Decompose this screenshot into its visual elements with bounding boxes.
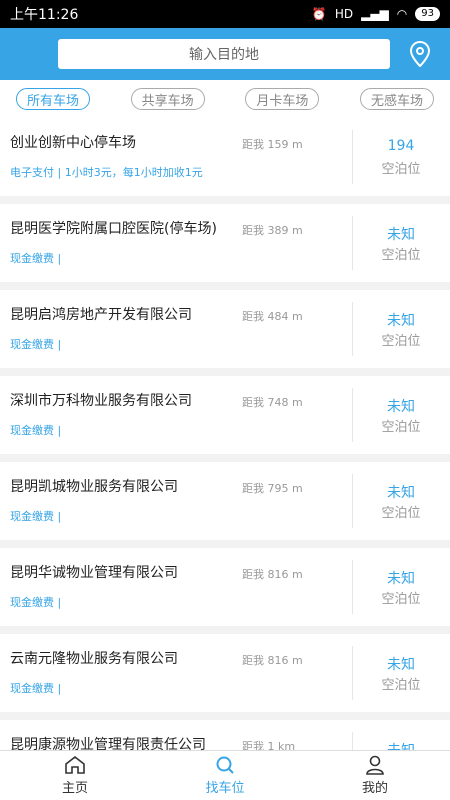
lot-distance: 距我 484 m [242,310,303,323]
lot-name: 昆明康源物业管理有限责任公司 [10,737,206,750]
parking-lot-card[interactable]: 创业创新中心停车场 距我 159 m 电子支付 | 1小时3元，每1小时加收1元… [0,118,450,196]
free-spots-label: 空泊位 [381,592,421,607]
free-spots-label: 空泊位 [381,420,421,435]
lot-distance: 距我 1 km [242,740,296,750]
parking-lot-card[interactable]: 昆明凯城物业服务有限公司 距我 795 m 现金缴费 | 未知 空泊位 [0,462,450,540]
lot-name: 昆明启鸿房地产开发有限公司 [10,307,192,323]
parking-lot-card[interactable]: 昆明康源物业管理有限责任公司 距我 1 km 未知 [0,720,450,750]
free-spots-label: 空泊位 [381,334,421,349]
lot-name: 深圳市万科物业服务有限公司 [10,393,192,409]
parking-lot-card[interactable]: 昆明启鸿房地产开发有限公司 距我 484 m 现金缴费 | 未知 空泊位 [0,290,450,368]
lot-payment: 现金缴费 | [10,682,62,695]
lot-name: 昆明华诚物业管理有限公司 [10,565,178,581]
lot-payment: 现金缴费 | [10,596,62,609]
lot-payment: 电子支付 | 1小时3元，每1小时加收1元 [10,166,203,179]
battery-indicator: 93 [415,7,440,21]
parking-lot-card[interactable]: 深圳市万科物业服务有限公司 距我 748 m 现金缴费 | 未知 空泊位 [0,376,450,454]
lot-name: 昆明凯城物业服务有限公司 [10,479,178,495]
tab-seamless-lots[interactable]: 无感车场 [359,88,434,110]
signal-label: HD [334,7,354,21]
tab-monthly-lots[interactable]: 月卡车场 [245,88,320,110]
home-icon [65,755,85,774]
parking-list: 创业创新中心停车场 距我 159 m 电子支付 | 1小时3元，每1小时加收1元… [0,118,450,750]
free-spots-label: 空泊位 [381,678,421,693]
free-spots-count: 未知 [387,399,415,415]
free-spots-label: 空泊位 [381,506,421,521]
nav-mine-label: 我的 [361,781,388,796]
free-spots-count: 194 [387,138,415,154]
nav-find-spot-label: 找车位 [205,781,245,796]
lot-payment: 现金缴费 | [10,510,62,523]
free-spots-count: 未知 [387,571,415,587]
tab-shared-lots[interactable]: 共享车场 [130,88,205,110]
lot-payment: 现金缴费 | [10,424,62,437]
lot-distance: 距我 389 m [242,224,303,237]
nav-home[interactable]: 主页 [0,751,150,800]
alarm-icon: ⏰ [311,7,327,21]
free-spots-label: 空泊位 [381,162,421,177]
header: 输入目的地 [0,28,450,80]
free-spots-count: 未知 [387,485,415,501]
search-icon [216,756,234,774]
location-pin-icon[interactable] [406,40,434,68]
free-spots-count: 未知 [352,740,450,750]
free-spots-count: 未知 [387,657,415,673]
lot-name: 昆明医学院附属口腔医院(停车场) [10,221,217,237]
tab-all-lots[interactable]: 所有车场 [16,88,91,110]
free-spots-count: 未知 [387,227,415,243]
free-spots-label: 空泊位 [381,248,421,263]
wifi-icon: ◠ [396,7,408,21]
status-time: 上午11:26 [10,7,79,23]
lot-distance: 距我 795 m [242,482,303,495]
parking-lot-card[interactable]: 昆明华诚物业管理有限公司 距我 816 m 现金缴费 | 未知 空泊位 [0,548,450,626]
parking-lot-card[interactable]: 昆明医学院附属口腔医院(停车场) 距我 389 m 现金缴费 | 未知 空泊位 [0,204,450,282]
user-icon [366,755,384,775]
nav-find-spot[interactable]: 找车位 [150,751,300,800]
filter-tabs: 所有车场 共享车场 月卡车场 无感车场 [0,80,450,118]
free-spots-count: 未知 [387,313,415,329]
lot-payment: 现金缴费 | [10,338,62,351]
signal-icon: ▂▄▆ [361,7,389,21]
lot-name: 云南元隆物业服务有限公司 [10,651,178,667]
lot-name: 创业创新中心停车场 [10,135,136,151]
lot-distance: 距我 748 m [242,396,303,409]
parking-lot-card[interactable]: 云南元隆物业服务有限公司 距我 816 m 现金缴费 | 未知 空泊位 [0,634,450,712]
nav-home-label: 主页 [61,781,88,796]
search-input[interactable]: 输入目的地 [58,39,390,69]
lot-distance: 距我 816 m [242,568,303,581]
status-icons: ⏰ HD ▂▄▆ ◠ 93 [312,7,440,21]
lot-distance: 距我 816 m [242,654,303,667]
status-bar: 上午11:26 ⏰ HD ▂▄▆ ◠ 93 [0,0,450,28]
lot-payment: 现金缴费 | [10,252,62,265]
lot-distance: 距我 159 m [242,138,303,151]
bottom-nav: 主页 找车位 我的 [0,750,450,800]
nav-mine[interactable]: 我的 [300,751,450,800]
